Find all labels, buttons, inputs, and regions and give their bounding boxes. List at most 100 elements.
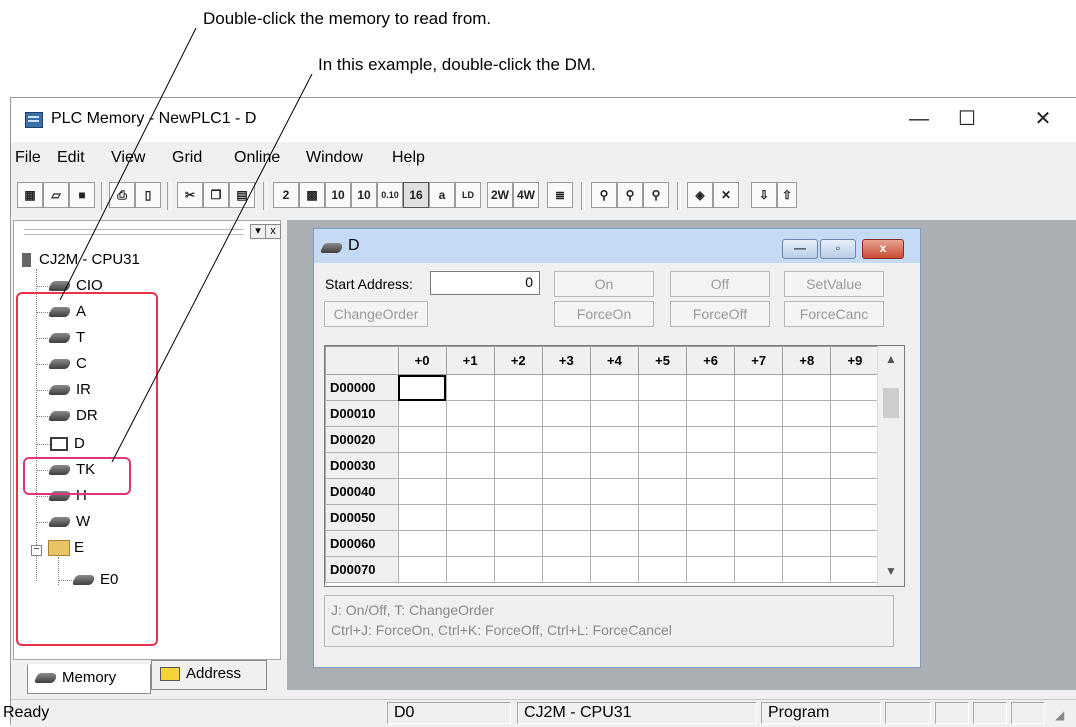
column-header[interactable]: +7 (734, 346, 784, 375)
column-header[interactable]: +9 (830, 346, 880, 375)
table-cell[interactable] (830, 426, 880, 453)
row-header[interactable]: D00070 (325, 556, 399, 583)
table-cell[interactable] (589, 400, 639, 427)
table-cell[interactable] (830, 504, 880, 531)
table-cell[interactable] (830, 374, 880, 401)
close-button[interactable]: ✕ (1020, 104, 1066, 134)
table-cell[interactable] (830, 530, 880, 557)
double-word-button[interactable]: 2W (487, 182, 513, 208)
table-cell[interactable] (637, 452, 688, 479)
table-cell[interactable] (637, 504, 688, 531)
print-icon[interactable]: ⎙ (109, 182, 135, 208)
ascii-button[interactable]: a (429, 182, 455, 208)
table-cell[interactable] (445, 400, 495, 427)
table-cell[interactable] (686, 400, 736, 427)
minimize-button[interactable]: — (896, 104, 942, 134)
table-cell[interactable] (541, 530, 591, 557)
table-cell[interactable] (686, 556, 736, 583)
table-cell[interactable] (445, 478, 495, 505)
binary-button[interactable]: 2 (273, 182, 299, 208)
table-cell[interactable] (589, 530, 639, 557)
table-cell[interactable] (686, 452, 736, 479)
pane-close-button[interactable]: x (265, 224, 281, 239)
table-cell[interactable] (734, 504, 784, 531)
open-icon[interactable]: ▱ (43, 182, 69, 208)
table-cell[interactable] (734, 556, 784, 583)
table-cell[interactable] (541, 478, 591, 505)
scrollbar-thumb[interactable] (883, 388, 899, 418)
menu-edit[interactable]: Edit (57, 149, 85, 167)
table-cell[interactable] (830, 400, 880, 427)
column-header[interactable]: +0 (397, 346, 447, 375)
menu-grid[interactable]: Grid (172, 149, 202, 167)
row-header[interactable]: D00050 (325, 504, 399, 531)
table-cell[interactable] (734, 452, 784, 479)
table-cell[interactable] (637, 426, 688, 453)
table-cell[interactable] (397, 556, 447, 583)
table-cell[interactable] (493, 478, 543, 505)
table-cell[interactable] (493, 504, 543, 531)
table-cell[interactable] (686, 504, 736, 531)
table-cell[interactable] (397, 400, 447, 427)
table-cell[interactable] (637, 530, 688, 557)
menu-online[interactable]: Online (234, 149, 280, 167)
table-cell[interactable] (589, 374, 639, 401)
zoom-large-icon[interactable]: ⚲ (643, 182, 669, 208)
fill-icon[interactable]: ◈ (687, 182, 713, 208)
column-header[interactable]: +5 (637, 346, 688, 375)
new-window-icon[interactable]: ▦ (17, 182, 43, 208)
column-header[interactable]: +4 (589, 346, 639, 375)
row-header[interactable]: D00000 (325, 374, 399, 401)
bit-display-icon[interactable]: ▩ (299, 182, 325, 208)
column-header[interactable]: +3 (541, 346, 591, 375)
vertical-scrollbar[interactable]: ▲ ▼ (877, 346, 904, 586)
column-header[interactable]: +8 (782, 346, 832, 375)
table-cell[interactable] (541, 504, 591, 531)
column-header[interactable]: +1 (445, 346, 495, 375)
table-cell[interactable] (734, 374, 784, 401)
print-preview-icon[interactable]: ▯ (135, 182, 161, 208)
copy-icon[interactable]: ❐ (203, 182, 229, 208)
decimal-button[interactable]: 10 (325, 182, 351, 208)
table-cell[interactable] (541, 400, 591, 427)
table-cell[interactable] (637, 374, 688, 401)
table-cell[interactable] (782, 452, 832, 479)
changeorder-button[interactable]: ChangeOrder (324, 301, 428, 327)
scroll-down-icon[interactable]: ▼ (878, 564, 904, 578)
child-maximize-button[interactable]: ▫ (820, 239, 856, 259)
table-cell[interactable] (686, 374, 736, 401)
row-header[interactable]: D00040 (325, 478, 399, 505)
clear-icon[interactable]: ✕ (713, 182, 739, 208)
table-cell[interactable] (397, 530, 447, 557)
table-cell[interactable] (782, 426, 832, 453)
table-cell[interactable] (493, 400, 543, 427)
table-cell[interactable] (493, 530, 543, 557)
table-cell[interactable] (493, 556, 543, 583)
table-cell[interactable] (830, 478, 880, 505)
start-address-input[interactable]: 0 (430, 271, 540, 295)
table-cell[interactable] (734, 530, 784, 557)
table-cell[interactable] (493, 452, 543, 479)
table-cell[interactable] (686, 426, 736, 453)
table-cell[interactable] (589, 556, 639, 583)
column-header[interactable]: +2 (493, 346, 543, 375)
row-header[interactable]: D00060 (325, 530, 399, 557)
table-cell[interactable] (589, 452, 639, 479)
row-header[interactable]: D00010 (325, 400, 399, 427)
child-close-button[interactable]: x (862, 239, 904, 259)
zoom-icon[interactable]: ⚲ (617, 182, 643, 208)
hex-button[interactable]: 16 (403, 182, 429, 208)
table-cell[interactable] (589, 504, 639, 531)
maximize-button[interactable]: ☐ (944, 104, 990, 134)
resize-grip-icon[interactable]: ◢ (1055, 708, 1064, 722)
table-cell[interactable] (493, 426, 543, 453)
column-header[interactable]: +6 (686, 346, 736, 375)
cut-icon[interactable]: ✂ (177, 182, 203, 208)
transfer-to-plc-icon[interactable]: ⇧ (777, 182, 797, 208)
tab-memory[interactable]: Memory (27, 664, 151, 694)
table-cell[interactable] (734, 426, 784, 453)
table-cell[interactable] (782, 374, 832, 401)
table-cell[interactable] (541, 374, 591, 401)
setvalue-button[interactable]: SetValue (784, 271, 884, 297)
tree-root[interactable]: CJ2M - CPU31 (22, 251, 140, 268)
